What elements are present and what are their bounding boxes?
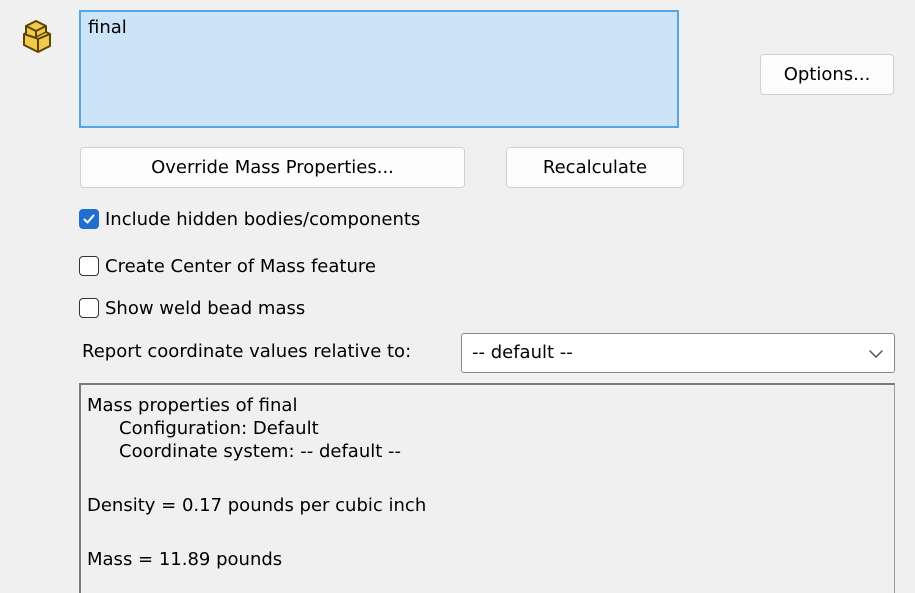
results-mass: Mass = 11.89 pounds (87, 549, 283, 570)
selection-item-final[interactable]: final (88, 17, 127, 38)
selection-list[interactable]: final (79, 10, 679, 128)
results-coordinate-system: Coordinate system: -- default -- (119, 441, 402, 462)
coordinate-system-dropdown[interactable]: -- default -- (461, 333, 895, 373)
weld-bead-checkbox-row[interactable]: Show weld bead mass (79, 296, 305, 320)
part-component-icon (16, 18, 54, 54)
create-com-checkbox-row[interactable]: Create Center of Mass feature (79, 254, 376, 278)
include-hidden-checkbox-row[interactable]: Include hidden bodies/components (79, 207, 420, 231)
create-com-checkbox[interactable] (79, 256, 99, 276)
coordinate-system-value: -- default -- (472, 342, 573, 363)
coordinate-label: Report coordinate values relative to: (82, 341, 412, 362)
override-mass-properties-button[interactable]: Override Mass Properties... (80, 147, 465, 188)
recalculate-button[interactable]: Recalculate (506, 147, 684, 188)
include-hidden-label: Include hidden bodies/components (105, 208, 421, 230)
results-density: Density = 0.17 pounds per cubic inch (87, 495, 427, 516)
mass-properties-results[interactable]: Mass properties of final Configuration: … (79, 383, 895, 593)
options-button[interactable]: Options... (760, 54, 894, 95)
create-com-label: Create Center of Mass feature (105, 255, 376, 277)
checkmark-icon (83, 214, 95, 224)
results-configuration: Configuration: Default (119, 418, 319, 439)
weld-bead-label: Show weld bead mass (105, 297, 306, 319)
include-hidden-checkbox[interactable] (79, 209, 99, 229)
results-heading: Mass properties of final (87, 395, 298, 416)
chevron-down-icon (869, 350, 883, 358)
weld-bead-checkbox[interactable] (79, 298, 99, 318)
